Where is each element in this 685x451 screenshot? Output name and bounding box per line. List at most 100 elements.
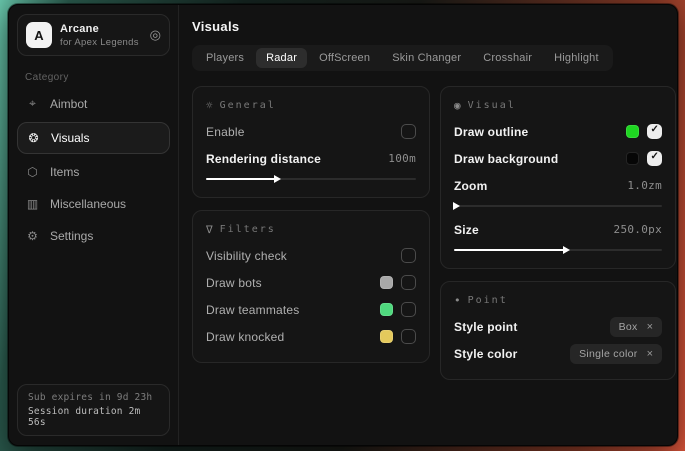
visual-panel-header: ◉ Visual: [454, 99, 662, 112]
enable-row: Enable: [206, 118, 416, 145]
draw-bots-color-swatch[interactable]: [380, 276, 393, 289]
sidebar-item-label: Aimbot: [50, 97, 87, 111]
app-logo: A: [26, 22, 52, 48]
style-color-select[interactable]: Single color ×: [570, 344, 662, 364]
panel-title: General: [220, 100, 276, 111]
style-point-row: Style point Box ×: [454, 313, 662, 340]
filter-icon: ∇: [206, 223, 213, 236]
tab-highlight[interactable]: Highlight: [544, 48, 609, 68]
close-icon[interactable]: ×: [647, 321, 653, 333]
close-icon[interactable]: ×: [647, 348, 653, 360]
sidebar-item-aimbot[interactable]: ⌖ Aimbot: [9, 87, 178, 120]
app-header-card: A Arcane for Apex Legends ◎: [17, 14, 170, 56]
size-slider[interactable]: [454, 244, 662, 256]
tab-players[interactable]: Players: [196, 48, 254, 68]
app-meta: Arcane for Apex Legends: [60, 23, 142, 48]
sidebar-item-label: Items: [50, 165, 79, 179]
draw-knocked-checkbox[interactable]: [401, 329, 416, 344]
app-subtitle: for Apex Legends: [60, 37, 142, 48]
tab-crosshair[interactable]: Crosshair: [473, 48, 542, 68]
box-icon: ⬡: [25, 165, 40, 179]
draw-background-color-swatch[interactable]: [626, 152, 639, 165]
draw-bots-checkbox[interactable]: [401, 275, 416, 290]
visibility-check-row: Visibility check: [206, 242, 416, 269]
visibility-check-label: Visibility check: [206, 249, 287, 263]
point-panel: • Point Style point Box × Style color S: [440, 281, 676, 380]
visual-panel: ◉ Visual Draw outline Draw background: [440, 86, 676, 269]
panels-grid: ☼ General Enable Rendering distance 100m: [192, 86, 676, 380]
draw-background-label: Draw background: [454, 152, 558, 166]
panel-title: Filters: [220, 224, 276, 235]
draw-knocked-label: Draw knocked: [206, 330, 284, 344]
subscription-info-card: Sub expires in 9d 23h Session duration 2…: [17, 384, 170, 436]
sidebar-item-label: Visuals: [51, 131, 89, 145]
draw-background-checkbox[interactable]: [647, 151, 662, 166]
draw-knocked-row: Draw knocked: [206, 323, 416, 350]
right-column: ◉ Visual Draw outline Draw background: [440, 86, 676, 380]
point-icon: •: [454, 294, 461, 307]
page-title: Visuals: [192, 19, 676, 34]
sidebar-item-label: Miscellaneous: [50, 197, 126, 211]
enable-checkbox[interactable]: [401, 124, 416, 139]
slider-track: [454, 205, 662, 207]
sidebar-item-visuals[interactable]: ❂ Visuals: [17, 122, 170, 154]
draw-teammates-checkbox[interactable]: [401, 302, 416, 317]
sidebar-item-label: Settings: [50, 229, 93, 243]
style-color-row: Style color Single color ×: [454, 340, 662, 367]
visibility-check-checkbox[interactable]: [401, 248, 416, 263]
filters-panel: ∇ Filters Visibility check Draw bots: [192, 210, 430, 363]
tab-skin-changer[interactable]: Skin Changer: [382, 48, 471, 68]
grid-icon: ▥: [25, 197, 40, 211]
zoom-slider[interactable]: [454, 200, 662, 212]
left-column: ☼ General Enable Rendering distance 100m: [192, 86, 430, 363]
visuals-tabbar: Players Radar OffScreen Skin Changer Cro…: [192, 45, 613, 71]
sidebar-item-settings[interactable]: ⚙ Settings: [9, 220, 178, 252]
style-color-label: Style color: [454, 347, 518, 361]
draw-bots-row: Draw bots: [206, 269, 416, 296]
app-name: Arcane: [60, 23, 142, 35]
draw-teammates-row: Draw teammates: [206, 296, 416, 323]
rendering-distance-slider[interactable]: [206, 173, 416, 185]
sidebar-item-miscellaneous[interactable]: ▥ Miscellaneous: [9, 188, 178, 220]
general-panel: ☼ General Enable Rendering distance 100m: [192, 86, 430, 198]
filters-panel-header: ∇ Filters: [206, 223, 416, 236]
visuals-icon: ❂: [26, 131, 41, 145]
slider-fill: [206, 178, 275, 180]
sidebar-item-items[interactable]: ⬡ Items: [9, 156, 178, 188]
sub-expiry-text: Sub expires in 9d 23h: [28, 392, 159, 403]
tab-radar[interactable]: Radar: [256, 48, 307, 68]
draw-background-row: Draw background: [454, 145, 662, 172]
enable-label: Enable: [206, 125, 245, 139]
draw-knocked-color-swatch[interactable]: [380, 330, 393, 343]
zoom-label: Zoom: [454, 179, 487, 193]
draw-outline-label: Draw outline: [454, 125, 528, 139]
panel-title: Point: [468, 295, 508, 306]
style-point-label: Style point: [454, 320, 518, 334]
rendering-distance-label: Rendering distance: [206, 152, 321, 166]
draw-outline-row: Draw outline: [454, 118, 662, 145]
app-window: A Arcane for Apex Legends ◎ Category ⌖ A…: [8, 4, 678, 446]
gear-icon: ⚙: [25, 229, 40, 243]
target-icon[interactable]: ◎: [150, 27, 161, 43]
general-panel-header: ☼ General: [206, 99, 416, 112]
sidebar-nav: ⌖ Aimbot ❂ Visuals ⬡ Items ▥ Miscellaneo…: [9, 87, 178, 252]
draw-outline-checkbox[interactable]: [647, 124, 662, 139]
general-icon: ☼: [206, 99, 213, 112]
draw-teammates-color-swatch[interactable]: [380, 303, 393, 316]
slider-fill: [454, 249, 564, 251]
zoom-value: 1.0zm: [627, 179, 662, 192]
draw-bots-label: Draw bots: [206, 276, 262, 290]
size-row: Size 250.0px: [454, 216, 662, 243]
style-point-select[interactable]: Box ×: [610, 317, 662, 337]
draw-teammates-label: Draw teammates: [206, 303, 300, 317]
draw-outline-color-swatch[interactable]: [626, 125, 639, 138]
point-panel-header: • Point: [454, 294, 662, 307]
rendering-distance-value: 100m: [388, 152, 416, 165]
panel-title: Visual: [468, 100, 516, 111]
eye-icon: ◉: [454, 99, 461, 112]
style-color-value: Single color: [579, 348, 637, 360]
tab-offscreen[interactable]: OffScreen: [309, 48, 380, 68]
main-content: Visuals Players Radar OffScreen Skin Cha…: [179, 5, 678, 445]
rendering-distance-row: Rendering distance 100m: [206, 145, 416, 172]
size-label: Size: [454, 223, 479, 237]
